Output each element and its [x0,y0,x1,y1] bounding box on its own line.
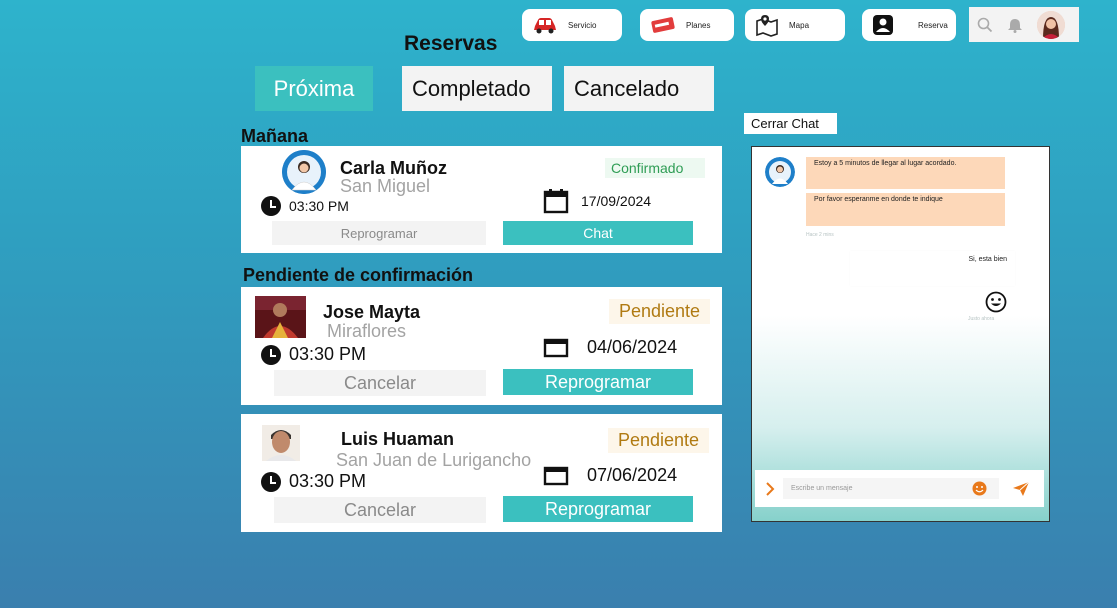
section-tomorrow: Mañana [241,126,309,146]
calendar-icon [543,338,569,357]
client-location: San Juan de Lurigancho [336,450,532,470]
chevron-right-icon[interactable] [762,481,778,497]
chat-message-in: Estoy a 5 minutos de llegar al lugar aco… [806,157,1005,189]
chat-button[interactable]: Chat [503,221,693,245]
page-title: Reservas [404,32,498,55]
send-icon[interactable] [1012,481,1030,497]
message-input-placeholder: Escribe un mensaje [791,485,853,492]
avatar[interactable] [1037,10,1065,39]
booking-time: 03:30 PM [261,471,366,492]
tab-proxima[interactable]: Próxima [255,66,373,111]
nav-planes-label: Planes [686,20,711,30]
client-location: San Miguel [340,176,431,196]
booking-card: Carla Muñoz San Miguel Confirmado 03:30 … [241,146,722,253]
nav-reserva-label: Reserva [918,20,948,30]
client-name: Jose Mayta [323,302,421,322]
client-photo [262,425,300,461]
search-icon[interactable] [977,17,993,33]
emoji-reaction[interactable] [978,288,1013,315]
message-timestamp: Justo ahora [968,316,995,322]
chat-compose-bar: Escribe un mensaje [755,470,1044,507]
cancel-button[interactable]: Cancelar [274,497,486,523]
booking-date-value: 17/09/2024 [581,193,652,209]
client-name: Luis Huaman [341,429,455,449]
calendar-icon [543,189,569,214]
booking-time-value: 03:30 PM [289,344,367,364]
chat-message-in: Por favor esperanme en donde te indique [806,193,1005,226]
clock-icon [261,196,281,216]
contact-card-icon [873,15,893,35]
car-icon [534,18,556,34]
bell-icon[interactable] [1007,17,1023,33]
booking-card: Jose Mayta Miraflores Pendiente 03:30 PM… [241,287,722,405]
nav-mapa[interactable]: Mapa [745,9,845,41]
booking-date: 17/09/2024 [543,188,651,214]
nav-servicio-label: Servicio [568,20,597,30]
top-toolbar [969,7,1079,42]
client-photo [282,150,326,194]
message-timestamp: Hace 2 mins [806,232,834,238]
booking-date-value: 04/06/2024 [587,337,678,357]
tag-icon [651,17,675,33]
nav-servicio[interactable]: Servicio [522,9,622,41]
booking-date-value: 07/06/2024 [587,465,678,485]
tab-completado[interactable]: Completado [402,66,552,111]
status-badge: Pendiente [608,428,710,453]
tab-cancelado[interactable]: Cancelado [564,66,714,111]
emoji-icon[interactable] [972,481,987,496]
message-input[interactable]: Escribe un mensaje [783,478,999,499]
chat-panel: Estoy a 5 minutos de llegar al lugar aco… [751,146,1050,522]
client-photo [255,296,306,338]
reschedule-button[interactable]: Reprogramar [272,221,486,245]
booking-time-value: 03:30 PM [289,471,367,491]
booking-time-value: 03:30 PM [289,198,349,214]
chat-message-out: Si, esta bien [850,251,1015,286]
clock-icon [261,344,281,365]
reschedule-button[interactable]: Reprogramar [503,496,693,522]
nav-reserva[interactable]: Reserva [862,9,956,41]
nav-planes[interactable]: Planes [640,9,734,41]
status-badge: Pendiente [609,299,711,324]
booking-date: 07/06/2024 [543,465,677,486]
nav-mapa-label: Mapa [789,20,810,30]
booking-date: 04/06/2024 [543,337,677,358]
map-icon [756,15,778,37]
clock-icon [261,471,281,492]
section-pending: Pendiente de confirmación [243,265,474,285]
client-location: Miraflores [327,321,407,341]
close-chat-button[interactable]: Cerrar Chat [744,113,837,134]
booking-card: Luis Huaman San Juan de Lurigancho Pendi… [241,414,722,532]
reschedule-button[interactable]: Reprogramar [503,369,693,395]
smiley-icon [985,291,1006,312]
booking-time: 03:30 PM [261,196,349,216]
cancel-button[interactable]: Cancelar [274,370,486,396]
calendar-icon [543,466,569,485]
status-badge: Confirmado [605,158,705,178]
chat-avatar [765,157,795,187]
booking-time: 03:30 PM [261,344,366,365]
